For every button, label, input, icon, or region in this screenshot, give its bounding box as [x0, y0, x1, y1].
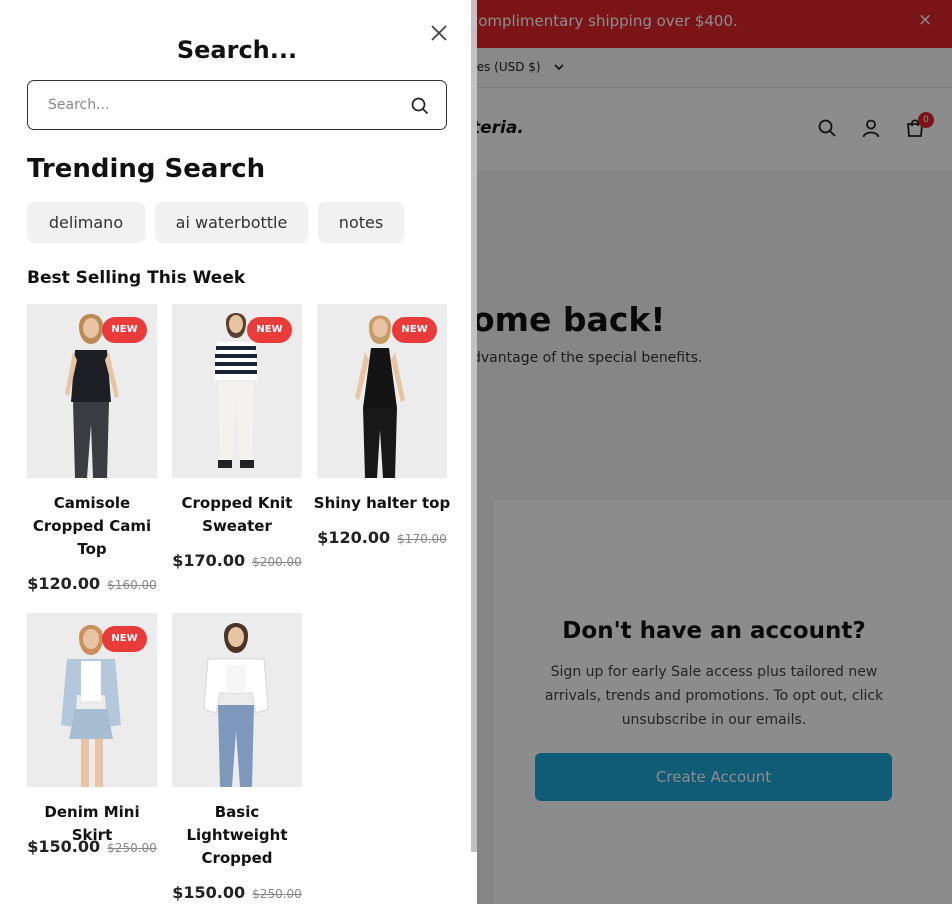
product-price: $170.00: [172, 551, 246, 570]
product-price: $150.00: [27, 837, 101, 856]
new-badge: NEW: [392, 317, 437, 343]
new-badge: NEW: [247, 317, 292, 343]
trending-chip-ai-waterbottle[interactable]: ai waterbottle: [155, 202, 308, 243]
product-price-row: $150.00 $250.00: [21, 837, 163, 856]
product-compare-price: $250.00: [252, 887, 302, 901]
product-price: $120.00: [27, 574, 101, 593]
new-badge: NEW: [102, 626, 147, 652]
product-compare-price: $170.00: [397, 532, 447, 546]
product-name[interactable]: Shiny halter top: [313, 492, 451, 515]
close-button[interactable]: [426, 20, 452, 46]
product-name[interactable]: Cropped Knit Sweater: [168, 492, 306, 538]
trending-chip-delimano[interactable]: delimano: [27, 202, 145, 243]
product-compare-price: $200.00: [252, 555, 302, 569]
drawer-title: Search...: [176, 36, 298, 64]
product-price-row: $120.00 $170.00: [311, 528, 453, 547]
search-drawer: Search... Trending Search delimano ai wa…: [0, 0, 477, 904]
search-box: [27, 80, 447, 130]
drawer-scrollbar[interactable]: [471, 0, 477, 852]
product-price-row: $150.00 $250.00: [166, 883, 308, 902]
trending-search-title: Trending Search: [27, 154, 266, 184]
product-name[interactable]: Basic Lightweight Cropped: [168, 801, 306, 870]
search-icon[interactable]: [410, 96, 430, 116]
product-price: $120.00: [317, 528, 391, 547]
trending-chip-notes[interactable]: notes: [318, 202, 404, 243]
product-price: $150.00: [172, 883, 246, 902]
product-name[interactable]: Camisole Cropped Cami Top: [23, 492, 161, 561]
product-price-row: $120.00 $160.00: [21, 574, 163, 593]
product-compare-price: $160.00: [107, 578, 157, 592]
new-badge: NEW: [102, 317, 147, 343]
product-price-row: $170.00 $200.00: [166, 551, 308, 570]
best-selling-title: Best Selling This Week: [27, 268, 246, 288]
close-icon: [431, 25, 447, 41]
search-input[interactable]: [48, 94, 408, 116]
product-compare-price: $250.00: [107, 841, 157, 855]
product-image[interactable]: [172, 613, 302, 787]
